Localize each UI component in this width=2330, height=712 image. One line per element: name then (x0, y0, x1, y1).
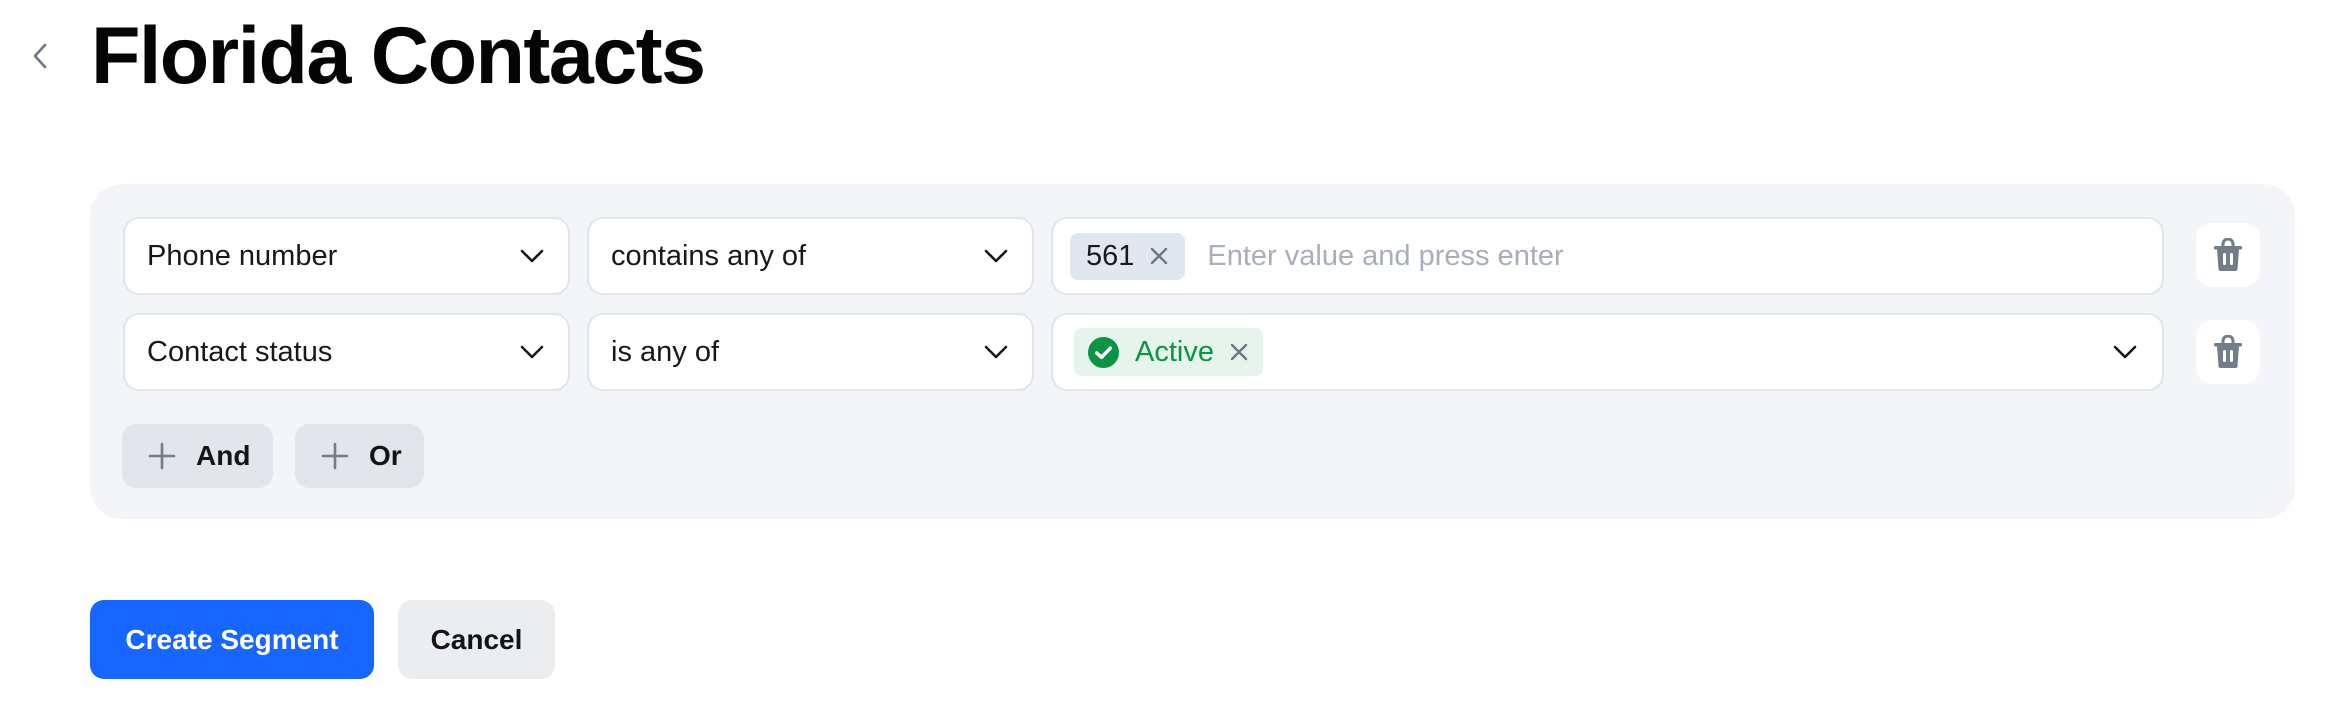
value-tag-label: 561 (1086, 239, 1135, 272)
add-and-label: And (196, 440, 251, 471)
value-multiselect-2[interactable]: Active (1051, 313, 2164, 391)
status-tag-active: Active (1074, 328, 1263, 376)
operator-select-2[interactable]: is any of (587, 313, 1034, 391)
value-input[interactable] (1207, 231, 2138, 281)
property-select-1[interactable]: Phone number (123, 217, 570, 295)
status-tag-label: Active (1135, 335, 1214, 368)
close-icon[interactable] (1149, 246, 1169, 266)
back-button[interactable] (24, 36, 56, 76)
chevron-down-icon (2113, 345, 2137, 359)
trash-icon (2214, 335, 2242, 368)
chevron-down-icon (984, 249, 1008, 263)
trash-icon (2214, 238, 2242, 271)
chevron-down-icon (520, 345, 544, 359)
add-and-condition-button[interactable]: And (122, 424, 273, 488)
operator-select-value: contains any of (611, 239, 807, 272)
value-tag-input-1[interactable]: 561 (1051, 217, 2164, 295)
add-or-label: Or (369, 440, 402, 471)
chevron-down-icon (520, 249, 544, 263)
value-tag: 561 (1070, 232, 1186, 280)
delete-filter-button-2[interactable] (2196, 320, 2260, 384)
property-select-value: Contact status (147, 335, 333, 368)
cancel-button[interactable]: Cancel (398, 600, 555, 679)
operator-select-1[interactable]: contains any of (587, 217, 1034, 295)
delete-filter-button-1[interactable] (2196, 223, 2260, 287)
plus-icon (321, 442, 349, 470)
plus-icon (148, 442, 176, 470)
filter-panel: Phone number contains any of 561 Conta (90, 184, 2295, 519)
add-or-condition-button[interactable]: Or (295, 424, 424, 488)
property-select-value: Phone number (147, 239, 338, 272)
chevron-down-icon (984, 345, 1008, 359)
check-circle-icon (1088, 336, 1119, 368)
close-icon[interactable] (1229, 342, 1249, 362)
operator-select-value: is any of (611, 335, 719, 368)
create-segment-button[interactable]: Create Segment (90, 600, 374, 679)
page-title: Florida Contacts (91, 11, 706, 101)
chevron-left-icon (33, 43, 47, 69)
property-select-2[interactable]: Contact status (123, 313, 570, 391)
